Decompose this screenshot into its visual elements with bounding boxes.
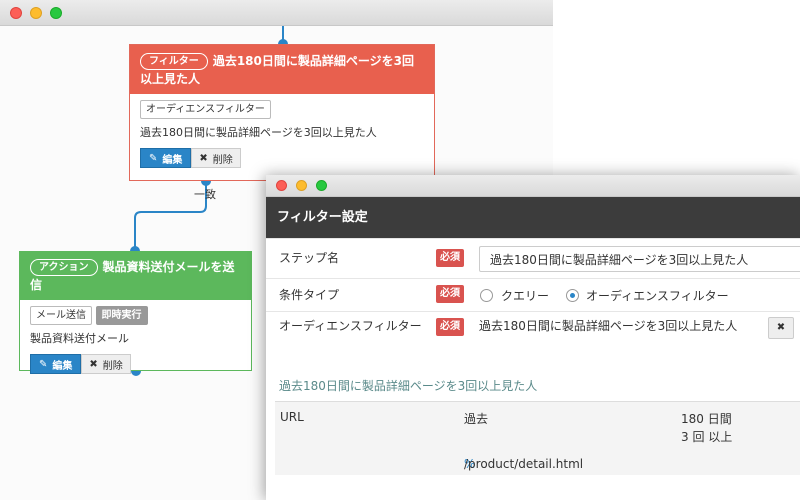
action-node-header: アクション 製品資料送付メールを送信 (20, 252, 251, 300)
filter-settings-form: ステップ名 必須 条件タイプ 必須 クエリー オーディエンスフィルター オーディ… (266, 238, 800, 347)
action-description: 製品資料送付メール (30, 332, 129, 345)
condition-type-label: 条件タイプ (279, 288, 340, 302)
required-badge: 必須 (436, 285, 464, 303)
radio-query-label[interactable]: クエリー (501, 287, 549, 304)
audience-filter-remove-button[interactable]: ✖ (768, 317, 794, 339)
action-node[interactable]: アクション 製品資料送付メールを送信 メール送信 即時実行 製品資料送付メール ✎… (19, 251, 252, 374)
required-badge: 必須 (436, 318, 464, 336)
step-name-input[interactable] (479, 246, 800, 272)
audience-detail-table: URL 過去 180 日間 3 回 以上 /product/detail.htm… (275, 401, 800, 475)
audience-filter-row: オーディエンスフィルター 必須 過去180日間に製品詳細ページを3回以上見た人 … (266, 311, 800, 347)
filter-edit-button[interactable]: ✎ 編集 (140, 148, 192, 168)
delete-label: 削除 (212, 154, 233, 166)
filter-node-header: フィルター 過去180日間に製品詳細ページを3回以上見た人 (130, 45, 434, 94)
condition-type-row: 条件タイプ 必須 クエリー オーディエンスフィルター (266, 278, 800, 311)
filter-delete-button[interactable]: ✖ 削除 (191, 148, 241, 168)
detail-url-pattern: /product/detail.html% (464, 457, 584, 471)
audience-filter-value: 過去180日間に製品詳細ページを3回以上見た人 (479, 319, 738, 333)
filter-settings-window: フィルター設定 ステップ名 必須 条件タイプ 必須 クエリー オーディエンスフィ… (266, 175, 800, 500)
close-icon: ✖ (776, 322, 786, 333)
edit-label: 編集 (162, 154, 183, 166)
modal-title: フィルター設定 (266, 197, 800, 238)
close-window-button[interactable] (276, 180, 287, 191)
action-badge: アクション (30, 259, 98, 276)
action-timing-tag: 即時実行 (95, 306, 148, 325)
filter-description: 過去180日間に製品詳細ページを3回以上見た人 (140, 126, 377, 139)
front-window-titlebar (266, 175, 800, 197)
edit-icon: ✎ (149, 152, 158, 164)
edit-icon: ✎ (39, 358, 48, 370)
audience-filter-label: オーディエンスフィルター (279, 319, 422, 333)
radio-query[interactable] (480, 289, 493, 302)
detail-count: 3 回 以上 (681, 430, 733, 444)
filter-type-tag: オーディエンスフィルター (140, 100, 271, 119)
edit-label: 編集 (52, 360, 73, 372)
action-type-tag: メール送信 (30, 306, 92, 325)
detail-period: 180 日間 (681, 412, 732, 426)
step-name-label: ステップ名 (279, 251, 340, 265)
filter-badge: フィルター (140, 53, 208, 70)
close-icon: ✖ (89, 358, 98, 370)
action-edit-button[interactable]: ✎ 編集 (30, 354, 82, 374)
step-name-row: ステップ名 必須 (266, 238, 800, 278)
minimize-window-button[interactable] (296, 180, 307, 191)
detail-col-past: 過去 (464, 412, 489, 426)
radio-audience-filter[interactable] (566, 289, 579, 302)
audience-detail-title: 過去180日間に製品詳細ページを3回以上見た人 (279, 379, 538, 393)
required-badge: 必須 (436, 249, 464, 267)
action-delete-button[interactable]: ✖ 削除 (81, 354, 131, 374)
radio-audience-filter-label[interactable]: オーディエンスフィルター (586, 287, 729, 304)
delete-label: 削除 (102, 360, 123, 372)
match-branch-label: 一致 (194, 188, 216, 201)
maximize-window-button[interactable] (316, 180, 327, 191)
detail-col-url: URL (280, 410, 304, 424)
close-icon: ✖ (199, 152, 208, 164)
filter-node[interactable]: フィルター 過去180日間に製品詳細ページを3回以上見た人 オーディエンスフィルタ… (129, 44, 435, 181)
